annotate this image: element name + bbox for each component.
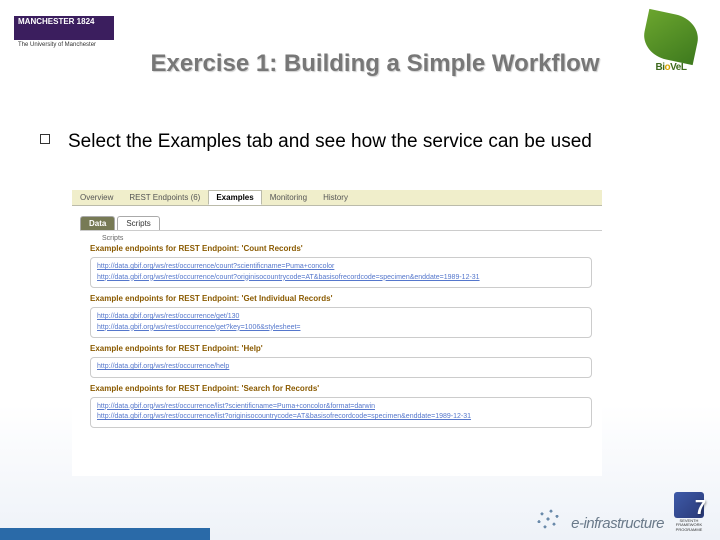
- sub-tabs: Data Scripts: [80, 216, 602, 231]
- manchester-logo-subtext: The University of Manchester: [14, 40, 114, 50]
- subtab-data[interactable]: Data: [80, 216, 115, 230]
- section-title: Example endpoints for REST Endpoint: 'Co…: [90, 244, 602, 253]
- leaf-icon: [640, 9, 702, 65]
- manchester-logo-text: MANCHESTER 1824: [14, 16, 114, 40]
- scripts-subheader: Scripts: [102, 235, 602, 242]
- einfra-dots-icon: [533, 506, 563, 532]
- fp7-logo: 7 SEVENTH FRAMEWORK PROGRAMME: [672, 492, 706, 532]
- einfra-logo-text: e-infrastructure: [571, 515, 664, 532]
- example-url[interactable]: http://data.gbif.org/ws/rest/occurrence/…: [97, 312, 585, 323]
- section-count-records: Scripts Example endpoints for REST Endpo…: [90, 235, 602, 288]
- tab-rest-endpoints[interactable]: REST Endpoints (6): [121, 190, 208, 205]
- url-box: http://data.gbif.org/ws/rest/occurrence/…: [90, 397, 592, 428]
- tab-history[interactable]: History: [315, 190, 356, 205]
- tab-overview[interactable]: Overview: [72, 190, 121, 205]
- url-box: http://data.gbif.org/ws/rest/occurrence/…: [90, 257, 592, 288]
- body-text: Select the Examples tab and see how the …: [40, 130, 680, 155]
- section-help: Example endpoints for REST Endpoint: 'He…: [90, 344, 602, 378]
- example-url[interactable]: http://data.gbif.org/ws/rest/occurrence/…: [97, 262, 585, 273]
- fp7-number: 7: [695, 497, 706, 520]
- embedded-screenshot: Overview REST Endpoints (6) Examples Mon…: [72, 190, 602, 476]
- tab-monitoring[interactable]: Monitoring: [262, 190, 315, 205]
- bullet-icon: [40, 134, 50, 144]
- tab-examples[interactable]: Examples: [208, 190, 261, 205]
- example-url[interactable]: http://data.gbif.org/ws/rest/occurrence/…: [97, 273, 585, 284]
- example-url[interactable]: http://data.gbif.org/ws/rest/occurrence/…: [97, 362, 585, 373]
- example-url[interactable]: http://data.gbif.org/ws/rest/occurrence/…: [97, 323, 585, 334]
- section-title: Example endpoints for REST Endpoint: 'He…: [90, 344, 602, 353]
- section-title: Example endpoints for REST Endpoint: 'Se…: [90, 384, 602, 393]
- section-title: Example endpoints for REST Endpoint: 'Ge…: [90, 294, 602, 303]
- slide-title: Exercise 1: Building a Simple Workflow: [130, 50, 620, 78]
- slide: MANCHESTER 1824 The University of Manche…: [0, 0, 720, 540]
- footer-logos: e-infrastructure 7 SEVENTH FRAMEWORK PRO…: [533, 492, 706, 532]
- example-url[interactable]: http://data.gbif.org/ws/rest/occurrence/…: [97, 412, 585, 423]
- section-search: Example endpoints for REST Endpoint: 'Se…: [90, 384, 602, 428]
- fp7-label: SEVENTH FRAMEWORK PROGRAMME: [672, 519, 706, 532]
- biovel-logo-text: BioVeL: [636, 62, 706, 73]
- section-get-individual: Example endpoints for REST Endpoint: 'Ge…: [90, 294, 602, 338]
- subtab-scripts[interactable]: Scripts: [117, 216, 159, 230]
- fp7-flag-icon: 7: [674, 492, 704, 518]
- body-text-content: Select the Examples tab and see how the …: [68, 130, 592, 155]
- main-tabs: Overview REST Endpoints (6) Examples Mon…: [72, 190, 602, 206]
- biovel-logo: BioVeL: [636, 14, 706, 84]
- url-box: http://data.gbif.org/ws/rest/occurrence/…: [90, 357, 592, 378]
- url-box: http://data.gbif.org/ws/rest/occurrence/…: [90, 307, 592, 338]
- manchester-logo: MANCHESTER 1824 The University of Manche…: [14, 16, 114, 86]
- footer-bar: [0, 528, 210, 540]
- example-url[interactable]: http://data.gbif.org/ws/rest/occurrence/…: [97, 402, 585, 413]
